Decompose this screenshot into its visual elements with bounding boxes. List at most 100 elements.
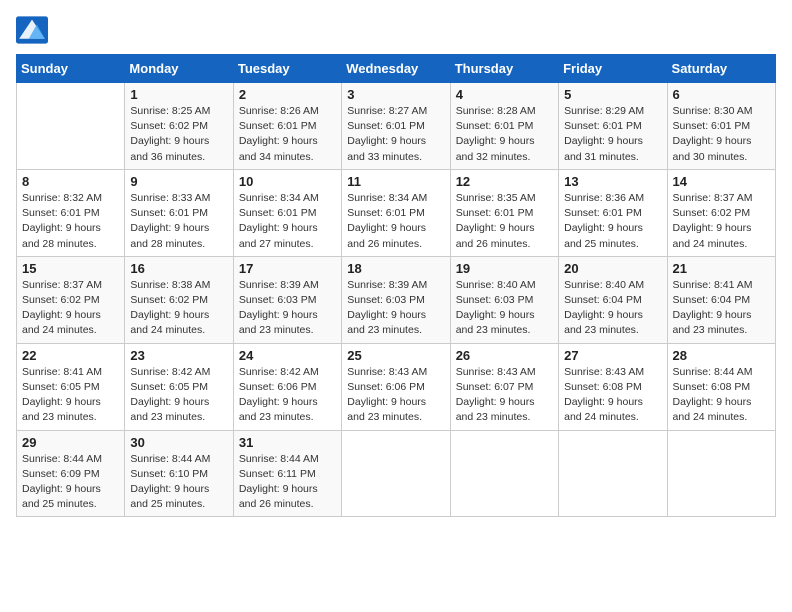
calendar-week-3: 22 Sunrise: 8:41 AMSunset: 6:05 PMDayligh… xyxy=(17,343,776,430)
day-info: Sunrise: 8:44 AMSunset: 6:11 PMDaylight:… xyxy=(239,452,336,513)
day-number: 2 xyxy=(239,87,336,102)
empty-cell xyxy=(342,430,450,517)
day-info: Sunrise: 8:33 AMSunset: 6:01 PMDaylight:… xyxy=(130,191,227,252)
day-number: 11 xyxy=(347,174,444,189)
day-number: 20 xyxy=(564,261,661,276)
day-info: Sunrise: 8:37 AMSunset: 6:02 PMDaylight:… xyxy=(673,191,770,252)
day-info: Sunrise: 8:34 AMSunset: 6:01 PMDaylight:… xyxy=(347,191,444,252)
day-cell-5: 5 Sunrise: 8:29 AMSunset: 6:01 PMDaylight… xyxy=(559,83,667,170)
header-cell-saturday: Saturday xyxy=(667,55,775,83)
day-number: 22 xyxy=(22,348,119,363)
day-cell-29: 29 Sunrise: 8:44 AMSunset: 6:09 PMDayligh… xyxy=(17,430,125,517)
day-number: 17 xyxy=(239,261,336,276)
day-cell-25: 25 Sunrise: 8:43 AMSunset: 6:06 PMDayligh… xyxy=(342,343,450,430)
day-cell-16: 16 Sunrise: 8:38 AMSunset: 6:02 PMDayligh… xyxy=(125,256,233,343)
day-number: 4 xyxy=(456,87,553,102)
day-number: 6 xyxy=(673,87,770,102)
day-cell-10: 10 Sunrise: 8:34 AMSunset: 6:01 PMDayligh… xyxy=(233,169,341,256)
day-number: 16 xyxy=(130,261,227,276)
day-info: Sunrise: 8:35 AMSunset: 6:01 PMDaylight:… xyxy=(456,191,553,252)
day-cell-14: 14Sunrise: 8:37 AMSunset: 6:02 PMDayligh… xyxy=(667,169,775,256)
day-number: 9 xyxy=(130,174,227,189)
day-info: Sunrise: 8:44 AMSunset: 6:10 PMDaylight:… xyxy=(130,452,227,513)
day-number: 15 xyxy=(22,261,119,276)
day-cell-2: 2Sunrise: 8:26 AMSunset: 6:01 PMDaylight… xyxy=(233,83,341,170)
logo-icon xyxy=(16,16,48,44)
empty-cell xyxy=(559,430,667,517)
header-cell-sunday: Sunday xyxy=(17,55,125,83)
day-info: Sunrise: 8:34 AMSunset: 6:01 PMDaylight:… xyxy=(239,191,336,252)
day-cell-31: 31 Sunrise: 8:44 AMSunset: 6:11 PMDayligh… xyxy=(233,430,341,517)
day-info: Sunrise: 8:40 AMSunset: 6:04 PMDaylight:… xyxy=(564,278,661,339)
day-cell-30: 30 Sunrise: 8:44 AMSunset: 6:10 PMDayligh… xyxy=(125,430,233,517)
day-info: Sunrise: 8:27 AMSunset: 6:01 PMDaylight:… xyxy=(347,104,444,165)
day-cell-12: 12Sunrise: 8:35 AMSunset: 6:01 PMDayligh… xyxy=(450,169,558,256)
calendar-table: SundayMondayTuesdayWednesdayThursdayFrid… xyxy=(16,54,776,517)
day-number: 24 xyxy=(239,348,336,363)
day-number: 19 xyxy=(456,261,553,276)
day-cell-26: 26 Sunrise: 8:43 AMSunset: 6:07 PMDayligh… xyxy=(450,343,558,430)
header-cell-thursday: Thursday xyxy=(450,55,558,83)
day-number: 13 xyxy=(564,174,661,189)
day-number: 25 xyxy=(347,348,444,363)
day-number: 29 xyxy=(22,435,119,450)
day-cell-23: 23Sunrise: 8:42 AMSunset: 6:05 PMDayligh… xyxy=(125,343,233,430)
day-info: Sunrise: 8:25 AMSunset: 6:02 PMDaylight:… xyxy=(130,104,227,165)
day-info: Sunrise: 8:42 AMSunset: 6:05 PMDaylight:… xyxy=(130,365,227,426)
header-cell-tuesday: Tuesday xyxy=(233,55,341,83)
day-number: 1 xyxy=(130,87,227,102)
calendar-week-4: 29 Sunrise: 8:44 AMSunset: 6:09 PMDayligh… xyxy=(17,430,776,517)
calendar-week-2: 15 Sunrise: 8:37 AMSunset: 6:02 PMDayligh… xyxy=(17,256,776,343)
day-cell-24: 24 Sunrise: 8:42 AMSunset: 6:06 PMDayligh… xyxy=(233,343,341,430)
empty-cell xyxy=(450,430,558,517)
day-info: Sunrise: 8:32 AMSunset: 6:01 PMDaylight:… xyxy=(22,191,119,252)
day-number: 28 xyxy=(673,348,770,363)
day-cell-19: 19 Sunrise: 8:40 AMSunset: 6:03 PMDayligh… xyxy=(450,256,558,343)
empty-cell xyxy=(17,83,125,170)
day-cell-21: 21 Sunrise: 8:41 AMSunset: 6:04 PMDayligh… xyxy=(667,256,775,343)
day-info: Sunrise: 8:37 AMSunset: 6:02 PMDaylight:… xyxy=(22,278,119,339)
header-cell-friday: Friday xyxy=(559,55,667,83)
day-info: Sunrise: 8:44 AMSunset: 6:09 PMDaylight:… xyxy=(22,452,119,513)
day-cell-6: 6 Sunrise: 8:30 AMSunset: 6:01 PMDaylight… xyxy=(667,83,775,170)
day-number: 5 xyxy=(564,87,661,102)
day-number: 31 xyxy=(239,435,336,450)
day-number: 27 xyxy=(564,348,661,363)
day-cell-8: 8Sunrise: 8:32 AMSunset: 6:01 PMDaylight… xyxy=(17,169,125,256)
day-info: Sunrise: 8:39 AMSunset: 6:03 PMDaylight:… xyxy=(347,278,444,339)
day-number: 10 xyxy=(239,174,336,189)
header-cell-wednesday: Wednesday xyxy=(342,55,450,83)
day-info: Sunrise: 8:41 AMSunset: 6:05 PMDaylight:… xyxy=(22,365,119,426)
day-cell-13: 13Sunrise: 8:36 AMSunset: 6:01 PMDayligh… xyxy=(559,169,667,256)
day-info: Sunrise: 8:29 AMSunset: 6:01 PMDaylight:… xyxy=(564,104,661,165)
day-info: Sunrise: 8:39 AMSunset: 6:03 PMDaylight:… xyxy=(239,278,336,339)
day-info: Sunrise: 8:43 AMSunset: 6:08 PMDaylight:… xyxy=(564,365,661,426)
day-number: 3 xyxy=(347,87,444,102)
day-cell-4: 4 Sunrise: 8:28 AMSunset: 6:01 PMDaylight… xyxy=(450,83,558,170)
header-row: SundayMondayTuesdayWednesdayThursdayFrid… xyxy=(17,55,776,83)
day-cell-20: 20 Sunrise: 8:40 AMSunset: 6:04 PMDayligh… xyxy=(559,256,667,343)
day-cell-22: 22 Sunrise: 8:41 AMSunset: 6:05 PMDayligh… xyxy=(17,343,125,430)
day-info: Sunrise: 8:38 AMSunset: 6:02 PMDaylight:… xyxy=(130,278,227,339)
empty-cell xyxy=(667,430,775,517)
day-info: Sunrise: 8:43 AMSunset: 6:07 PMDaylight:… xyxy=(456,365,553,426)
calendar-week-0: 1 Sunrise: 8:25 AMSunset: 6:02 PMDaylight… xyxy=(17,83,776,170)
header-cell-monday: Monday xyxy=(125,55,233,83)
day-number: 26 xyxy=(456,348,553,363)
day-info: Sunrise: 8:30 AMSunset: 6:01 PMDaylight:… xyxy=(673,104,770,165)
logo xyxy=(16,16,52,44)
day-cell-11: 11 Sunrise: 8:34 AMSunset: 6:01 PMDayligh… xyxy=(342,169,450,256)
day-info: Sunrise: 8:40 AMSunset: 6:03 PMDaylight:… xyxy=(456,278,553,339)
day-info: Sunrise: 8:28 AMSunset: 6:01 PMDaylight:… xyxy=(456,104,553,165)
day-number: 18 xyxy=(347,261,444,276)
day-cell-18: 18 Sunrise: 8:39 AMSunset: 6:03 PMDayligh… xyxy=(342,256,450,343)
day-cell-17: 17 Sunrise: 8:39 AMSunset: 6:03 PMDayligh… xyxy=(233,256,341,343)
day-cell-28: 28Sunrise: 8:44 AMSunset: 6:08 PMDayligh… xyxy=(667,343,775,430)
day-number: 30 xyxy=(130,435,227,450)
day-cell-1: 1 Sunrise: 8:25 AMSunset: 6:02 PMDaylight… xyxy=(125,83,233,170)
day-number: 21 xyxy=(673,261,770,276)
day-cell-27: 27 Sunrise: 8:43 AMSunset: 6:08 PMDayligh… xyxy=(559,343,667,430)
day-info: Sunrise: 8:41 AMSunset: 6:04 PMDaylight:… xyxy=(673,278,770,339)
day-info: Sunrise: 8:42 AMSunset: 6:06 PMDaylight:… xyxy=(239,365,336,426)
day-info: Sunrise: 8:43 AMSunset: 6:06 PMDaylight:… xyxy=(347,365,444,426)
